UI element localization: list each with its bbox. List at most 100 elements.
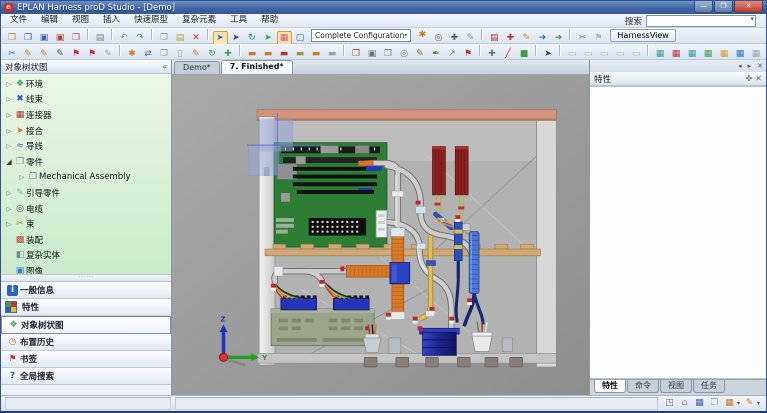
sidebar-button-properties[interactable]: 特性 (1, 299, 171, 316)
cables-icon: ◎ (14, 203, 26, 215)
document-tab-finished[interactable]: 7. Finished* (221, 60, 293, 74)
status-view-tools: ◳⌂▦❐▦▾✎▾ (662, 398, 762, 409)
close-panel-icon[interactable]: ✕ (755, 74, 762, 83)
tree-item-complex-solids[interactable]: ◧复杂实体 (1, 248, 171, 264)
tree-item-label: 图像 (26, 265, 43, 274)
toolbar-separator (239, 45, 241, 56)
properties-panel: ◂▸✕ 特性 ✜ ✕ 特性命令视图任务 (589, 60, 766, 395)
panel-tab-properties[interactable]: 特性 (594, 380, 626, 393)
toolbar-edit-icons: ✂✎✎✎⚑⚑✎✱⇄❐▯✎↻✚▬▬▬▬▬▬❐▣❐◎✎✒↗⚑✚╱■➤▭▭▭▭▭▦▦▦… (4, 41, 767, 62)
tree-expander-icon[interactable]: ▷ (4, 111, 14, 119)
tree-item-assemblies[interactable]: ▩装配 (1, 232, 171, 248)
tree-item-splices[interactable]: ▷➤接合 (1, 123, 171, 139)
tree-item-label: 束 (26, 218, 35, 230)
toolbar-separator (479, 45, 481, 56)
panel-tab-views[interactable]: 视图 (660, 380, 692, 393)
application-window: e EPLAN Harness proD Studio - [Demo] — ❐… (0, 0, 767, 413)
close-button[interactable]: ✕ (734, 1, 763, 13)
motherboard (274, 143, 387, 247)
sidebar-button-global-search[interactable]: ?全局搜索 (1, 368, 171, 385)
document-tab-demo[interactable]: Demo* (174, 61, 220, 74)
fit-view-icon[interactable]: ▦ (694, 398, 705, 409)
sidebar-button-placement-history[interactable]: ◷布置历史 (1, 334, 171, 351)
configuration-select[interactable]: Complete Configuration ▾ (311, 29, 411, 42)
axis-z-label: Z (221, 316, 226, 324)
panel-tab-commands[interactable]: 命令 (627, 380, 659, 393)
search-input[interactable]: ▾ (646, 15, 756, 27)
zoom-area-icon[interactable]: ◳ (664, 398, 675, 409)
draw-mode-icon[interactable]: ✎ (744, 398, 755, 409)
mechanical-assembly-icon: ❒ (27, 171, 39, 183)
tree-expander-icon[interactable]: ▷ (4, 95, 14, 103)
tree-item-label: 环境 (26, 78, 43, 90)
tree-item-harnesses[interactable]: ▷✖线束 (1, 92, 171, 108)
tree-item-guiding-parts[interactable]: ▷✎引导零件 (1, 185, 171, 201)
tree-expander-icon[interactable]: ▷ (4, 205, 14, 213)
tree-item-wires[interactable]: ▷≈导线 (1, 138, 171, 154)
properties-content (590, 86, 766, 379)
restore-button[interactable]: ❐ (714, 1, 733, 13)
status-bar: ◳⌂▦❐▦▾✎▾ (1, 395, 766, 411)
tree-item-label: 零件 (26, 156, 43, 168)
sidebar-button-bookmarks[interactable]: ⚑书签 (1, 351, 171, 368)
tree-item-images[interactable]: ▣图像 (1, 263, 171, 274)
tree-item-parts[interactable]: ◢❒零件 (1, 154, 171, 170)
parts-icon: ❒ (14, 156, 26, 168)
window-mode-icon[interactable]: ❐ (709, 398, 720, 409)
grid-mode-icon-dropdown[interactable]: ▾ (737, 400, 740, 407)
tree-item-environments[interactable]: ▷❖环境 (1, 76, 171, 92)
panel-switcher-buttons: i一般信息特性❖对象树状图◷布置历史⚑书签?全局搜索 (1, 282, 171, 395)
toolbar-separator (151, 29, 153, 40)
panel-tab-tasks[interactable]: 任务 (693, 380, 725, 393)
tree-item-mechanical-assembly[interactable]: ▷❒Mechanical Assembly (1, 170, 171, 186)
toolbar-separator (535, 45, 537, 56)
tree-item-label: 复杂实体 (26, 249, 60, 261)
grid-mode-icon[interactable]: ▦ (724, 398, 735, 409)
tree-expander-icon[interactable]: ◢ (4, 158, 14, 166)
search-dropdown-icon[interactable]: ▾ (750, 15, 754, 23)
tab-scroll-left-icon[interactable]: ◂ (735, 62, 745, 70)
object-tree-header: 对象树状图 « (1, 60, 171, 74)
tree-expander-icon[interactable]: ▷ (4, 127, 14, 135)
3d-viewport[interactable]: Z Y (172, 75, 589, 395)
window-controls: — ❐ ✕ (693, 1, 763, 13)
tree-expander-icon[interactable]: ▷ (17, 173, 27, 181)
images-icon: ▣ (14, 265, 26, 274)
tab-nav-buttons: ◂▸✕ (590, 60, 766, 72)
tree-expander-icon[interactable]: ▷ (4, 80, 14, 88)
sidebar-button-label: 全局搜索 (20, 370, 54, 382)
tree-item-label: 装配 (26, 234, 43, 246)
tree-item-connectors[interactable]: ▷▦连接器 (1, 107, 171, 123)
properties-tabs: 特性命令视图任务 (590, 379, 766, 395)
tree-item-label: 导线 (26, 140, 43, 152)
minimize-button[interactable]: — (694, 1, 713, 13)
tree-item-cables[interactable]: ▷◎电缆 (1, 201, 171, 217)
tab-close-icon[interactable]: ✕ (754, 62, 766, 70)
panel-splitter[interactable]: ········· (1, 274, 171, 282)
pin-icon[interactable]: ✜ (746, 74, 753, 83)
status-cell-main (175, 397, 658, 410)
tree-expander-icon[interactable]: ▷ (4, 220, 14, 228)
toolbar-edit: ✂✎✎✎⚑⚑✎✱⇄❐▯✎↻✚▬▬▬▬▬▬❐▣❐◎✎✒↗⚑✚╱■➤▭▭▭▭▭▦▦▦… (1, 44, 766, 60)
toolbar-separator (207, 29, 209, 40)
draw-mode-icon-dropdown[interactable]: ▾ (757, 400, 760, 407)
sidebar-button-label: 布置历史 (20, 336, 54, 348)
toolbar-separator (647, 45, 649, 56)
sidebar-button-object-tree[interactable]: ❖对象树状图 (1, 316, 171, 334)
bookmarks-icon: ⚑ (7, 354, 18, 365)
tree-expander-icon[interactable]: ▷ (4, 189, 14, 197)
zoom-extents-icon[interactable]: ⌂ (679, 398, 690, 409)
title-bar: e EPLAN Harness proD Studio - [Demo] — ❐… (1, 1, 766, 14)
sidebar-button-general-info[interactable]: i一般信息 (1, 282, 171, 299)
tree-item-label: 线束 (26, 93, 43, 105)
toolbar-separator (559, 45, 561, 56)
tree-item-label: 接合 (26, 125, 43, 137)
tree-expander-icon[interactable]: ▷ (4, 142, 14, 150)
tree-item-bundles[interactable]: ▷✂束 (1, 216, 171, 232)
tab-scroll-right-icon[interactable]: ▸ (745, 62, 755, 70)
toolbar-separator (343, 45, 345, 56)
configuration-dropdown-icon[interactable]: ▾ (404, 30, 407, 41)
collapse-panel-icon[interactable]: « (162, 62, 167, 71)
toolbar-separator (111, 29, 113, 40)
properties-title: 特性 (594, 73, 743, 85)
